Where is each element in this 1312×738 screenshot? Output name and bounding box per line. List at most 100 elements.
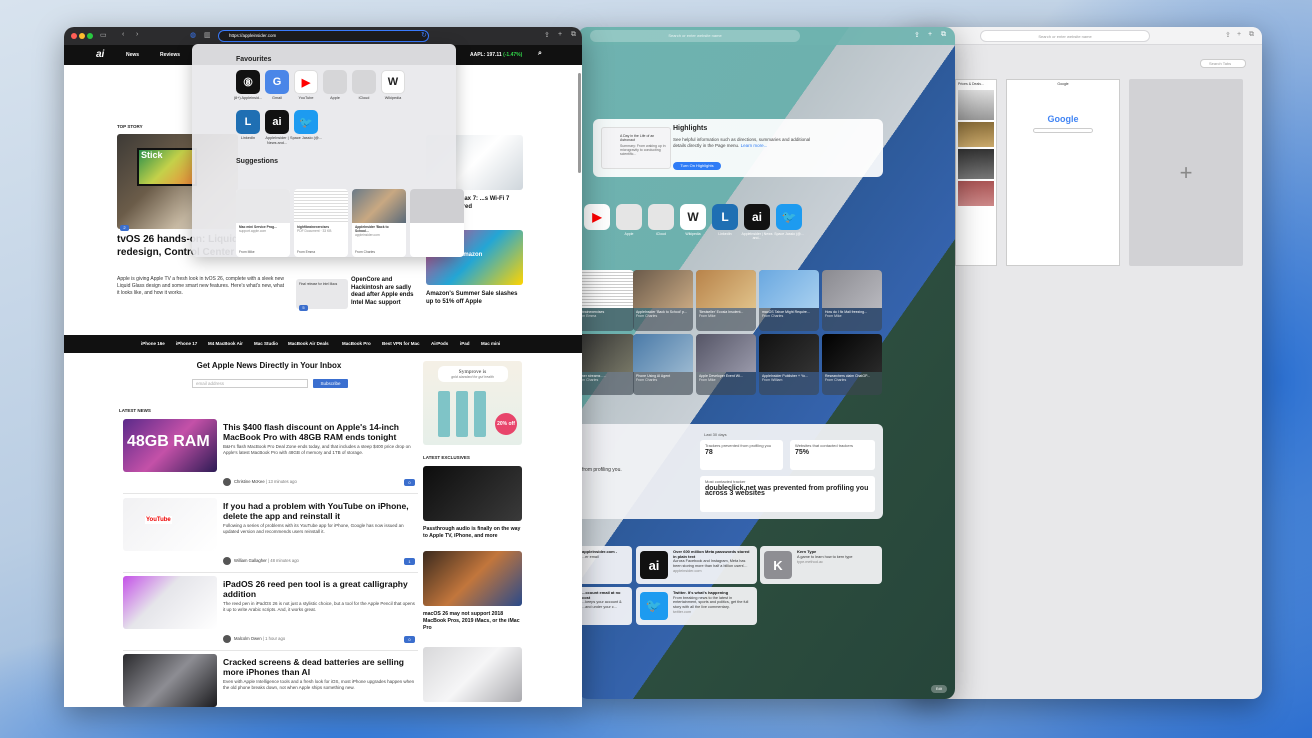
category-link[interactable]: Best VPN for Mac — [382, 341, 420, 346]
turn-on-highlights-button[interactable]: Turn On Highlights — [673, 162, 721, 170]
reading-list-item[interactable]: appleinsider.com - ...er email — [578, 546, 632, 584]
article-item[interactable]: 48GB RAM This $400 flash discount on Appl… — [123, 419, 418, 494]
comment-count-badge[interactable]: 0 — [404, 479, 415, 486]
author-name[interactable]: William Gallagher — [234, 558, 267, 563]
start-page-suggestion[interactable]: Phone Using AI Agent From Charles — [633, 334, 693, 395]
article-title[interactable]: This $400 flash discount on Apple's 14-i… — [223, 422, 418, 442]
exclusive-image[interactable] — [423, 647, 522, 702]
start-page-suggestion[interactable]: macOS Tahoe Might Require... From Charles — [759, 270, 819, 331]
favourite-3[interactable] — [323, 70, 347, 94]
category-link[interactable]: MacBook Air Deals — [288, 341, 329, 346]
address-bar[interactable]: https://appleinsider.com — [218, 30, 429, 42]
address-bar[interactable]: Search or enter website name — [980, 30, 1150, 42]
suggestion-card[interactable]: AppleInsider 'Back to School... appleinsi… — [352, 189, 406, 257]
side-story-title[interactable]: Amazon's Summer Sale slashes up to 51% o… — [426, 291, 522, 306]
reload-icon[interactable]: ↻ — [421, 31, 427, 39]
start-page-favourite[interactable]: 🐦 — [776, 204, 802, 230]
share-icon[interactable]: ⇪ — [1225, 31, 1231, 39]
author-name[interactable]: Malcolm Owen — [234, 636, 262, 641]
start-page-suggestion[interactable]: ...nner streams - ... From Charles — [578, 334, 634, 395]
exclusive-title[interactable]: macOS 26 may not support 2018 MacBook Pr… — [423, 611, 522, 632]
side-story-title[interactable]: OpenCore and Hackintosh are sadly dead a… — [351, 277, 421, 307]
start-page-favourite[interactable]: ▶ — [584, 204, 610, 230]
privacy-shield-icon[interactable]: ◍ — [190, 31, 196, 39]
exclusive-title[interactable]: Passthrough audio is finally on the way … — [423, 526, 522, 540]
share-icon[interactable]: ⇪ — [544, 31, 550, 39]
page-scrollbar[interactable] — [578, 73, 581, 173]
suggestion-card[interactable] — [410, 189, 464, 257]
favourite-6[interactable]: L — [236, 110, 260, 134]
forward-icon[interactable]: › — [136, 31, 138, 38]
share-icon[interactable]: ⇪ — [914, 31, 920, 39]
category-link[interactable]: Mac mini — [481, 341, 500, 346]
article-item[interactable]: Cracked screens & dead batteries are sel… — [123, 654, 418, 707]
category-link[interactable]: M4 MacBook Air — [208, 341, 243, 346]
start-page-favourite[interactable]: L — [712, 204, 738, 230]
favourite-4[interactable] — [352, 70, 376, 94]
tab-overview-icon[interactable]: ⧉ — [941, 31, 946, 39]
back-icon[interactable]: ‹ — [122, 31, 124, 38]
exclusive-image[interactable] — [423, 551, 522, 606]
window-zoom-button[interactable] — [87, 33, 93, 39]
suggestion-card[interactable]: Mac mini Service Prog... support.apple.co… — [236, 189, 290, 257]
safari-window-start-page[interactable]: Search or enter website name ⇪ + ⧉ A Day… — [578, 27, 955, 699]
tab-overview-icon[interactable]: ⧉ — [1249, 31, 1254, 39]
symprove-ad[interactable]: Symprove is gold standard for gut health… — [423, 361, 522, 445]
category-link[interactable]: iPhone 17 — [176, 341, 197, 346]
reading-list-item[interactable]: ...ccount email at no cost ...keeps your … — [578, 587, 632, 625]
favourite-0[interactable]: ⑧ — [236, 70, 260, 94]
start-page-favourite[interactable] — [616, 204, 642, 230]
window-close-button[interactable] — [71, 33, 77, 39]
site-logo[interactable]: ai — [96, 49, 104, 60]
favourite-5[interactable]: W — [381, 70, 405, 94]
favourite-8[interactable]: 🐦 — [294, 110, 318, 134]
category-link[interactable]: iPhone 16e — [141, 341, 165, 346]
window-minimize-button[interactable] — [79, 33, 85, 39]
sidebar-toggle-icon[interactable]: ▭ — [100, 31, 107, 39]
start-page-favourite[interactable] — [648, 204, 674, 230]
favourite-2[interactable]: ▶ — [294, 70, 318, 94]
start-page-suggestion[interactable]: AppleInsider Publisher + Yo... From Willi… — [759, 334, 819, 395]
favourite-1[interactable]: G — [265, 70, 289, 94]
new-tab-icon[interactable]: + — [1237, 31, 1241, 38]
email-input[interactable]: email address — [192, 379, 308, 388]
start-page-favourite[interactable]: W — [680, 204, 706, 230]
article-item[interactable]: iPadOS 26 reed pen tool is a great calli… — [123, 576, 418, 651]
new-tab-icon[interactable]: + — [928, 31, 932, 38]
suggestion-card[interactable]: highfibrainexercises PDF Document · 33 KB… — [294, 189, 348, 257]
favourite-7[interactable]: ai — [265, 110, 289, 134]
reading-list-item[interactable]: ai Over 600 million Meta passwords stored… — [636, 546, 757, 584]
start-page-suggestion[interactable]: Researchers claim ChatGP... From Charles — [822, 334, 882, 395]
tab-overview-icon[interactable]: ⧉ — [571, 31, 576, 39]
privacy-report[interactable]: from profiling you. Last 30 days Tracker… — [578, 424, 883, 519]
search-icon[interactable]: ⌕ — [538, 50, 542, 58]
article-title[interactable]: iPadOS 26 reed pen tool is a great calli… — [223, 579, 418, 599]
category-link[interactable]: AirPods — [431, 341, 448, 346]
new-tab-icon[interactable]: + — [558, 31, 562, 38]
author-name[interactable]: Christine McKee — [234, 479, 265, 484]
nav-reviews-link[interactable]: Reviews — [160, 52, 180, 58]
safari-window-tab-overview[interactable]: Search or enter website name ⇪ + ⧉ Searc… — [905, 27, 1262, 699]
nav-news-link[interactable]: News — [126, 52, 139, 58]
exclusive-image[interactable] — [423, 466, 522, 521]
article-thumbnail[interactable]: YouTube — [123, 498, 217, 551]
subscribe-button[interactable]: Subscribe — [313, 379, 348, 388]
safari-window-appleinsider[interactable]: ▭ ‹ › ◍ ▥ https://appleinsider.com ↻ ⇪ +… — [64, 27, 582, 707]
start-page-suggestion[interactable]: Apple Developer Event Wi... From Mike — [696, 334, 756, 395]
start-page-suggestion[interactable]: 'Bestseller' Ecosia Insolent... From Mike — [696, 270, 756, 331]
category-link[interactable]: Mac Studio — [254, 341, 278, 346]
reading-list-item[interactable]: 🐦 Twitter. It's what's happening From brea… — [636, 587, 757, 625]
article-title[interactable]: Cracked screens & dead batteries are sel… — [223, 657, 418, 677]
new-tab-tile[interactable]: + — [1129, 79, 1243, 266]
comment-count-badge[interactable]: 5 — [299, 305, 308, 311]
tab-thumbnail-google[interactable]: Google Google — [1006, 79, 1120, 266]
start-page-suggestion[interactable]: How do I fix Mail freezing... From Mike — [822, 270, 882, 331]
category-link[interactable]: iPad — [460, 341, 470, 346]
comment-count-badge[interactable]: 1 — [404, 558, 415, 565]
learn-more-link[interactable]: Learn more... — [741, 143, 768, 148]
start-page-suggestion[interactable]: AppleInsider 'Back to School' p... From C… — [633, 270, 693, 331]
article-item[interactable]: YouTube If you had a problem with YouTube… — [123, 498, 418, 573]
article-thumbnail[interactable]: 48GB RAM — [123, 419, 217, 472]
search-tabs-input[interactable]: Search Tabs — [1200, 59, 1246, 68]
comment-count-badge[interactable]: 2 — [120, 225, 129, 231]
